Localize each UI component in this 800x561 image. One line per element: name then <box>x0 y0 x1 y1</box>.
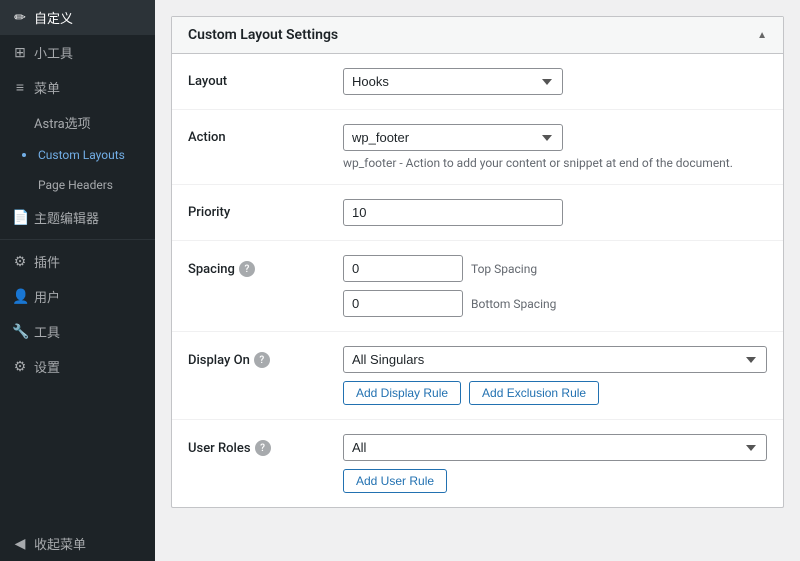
divider <box>0 239 155 240</box>
user-roles-select[interactable]: All Administrator Editor Subscriber Gues… <box>343 434 767 461</box>
add-user-rule-button[interactable]: Add User Rule <box>343 469 447 493</box>
display-buttons: Add Display Rule Add Exclusion Rule <box>343 381 767 405</box>
user-roles-row: User Roles ? All Administrator Editor Su… <box>172 420 783 507</box>
sidebar-item-label: 小工具 <box>34 43 73 62</box>
sidebar-item-theme-editor[interactable]: 📄 主题编辑器 <box>0 200 155 235</box>
bottom-spacing-label: Bottom Spacing <box>471 297 556 311</box>
action-row: Action wp_footer wp_head wp_body_open wp… <box>172 110 783 185</box>
layout-label: Layout <box>188 68 343 89</box>
users-icon: 👤 <box>12 289 28 305</box>
sidebar-item-custom-layouts[interactable]: Custom Layouts <box>0 140 155 170</box>
plugins-icon: ⚙ <box>12 254 28 270</box>
display-on-help-icon[interactable]: ? <box>254 352 270 368</box>
bottom-spacing-row: Bottom Spacing <box>343 290 767 317</box>
widgets-icon: ⊞ <box>12 45 28 61</box>
menus-icon: ≡ <box>12 79 28 96</box>
sidebar-item-tools[interactable]: 🔧 工具 <box>0 314 155 349</box>
settings-header: Custom Layout Settings ▲ <box>172 17 783 54</box>
sidebar-item-collapse[interactable]: ◀ 收起菜单 <box>0 526 155 561</box>
display-on-field: All Singulars All Pages Homepage Blog Pa… <box>343 346 767 405</box>
sidebar-item-label: 菜单 <box>34 78 60 97</box>
priority-input[interactable] <box>343 199 563 226</box>
sidebar-item-users[interactable]: 👤 用户 <box>0 279 155 314</box>
settings-icon: ⚙ <box>12 359 28 375</box>
top-spacing-row: Top Spacing <box>343 255 767 282</box>
theme-editor-icon: 📄 <box>12 210 28 226</box>
sidebar-item-label: 收起菜单 <box>34 534 86 553</box>
sidebar-item-label: 设置 <box>34 357 60 376</box>
sidebar-item-plugins[interactable]: ⚙ 插件 <box>0 244 155 279</box>
user-roles-field: All Administrator Editor Subscriber Gues… <box>343 434 767 493</box>
tools-icon: 🔧 <box>12 324 28 340</box>
add-exclusion-rule-button[interactable]: Add Exclusion Rule <box>469 381 599 405</box>
main-content: Custom Layout Settings ▲ Layout Hooks Be… <box>155 0 800 561</box>
sidebar-item-label: 工具 <box>34 322 60 341</box>
layout-field: Hooks Before Header After Header Before … <box>343 68 767 95</box>
action-label: Action <box>188 124 343 145</box>
top-spacing-input[interactable] <box>343 255 463 282</box>
sidebar-item-label: 主题编辑器 <box>34 208 99 227</box>
settings-title: Custom Layout Settings <box>188 27 338 43</box>
sidebar-item-label: 插件 <box>34 252 60 271</box>
sidebar-item-label: Astra选项 <box>34 113 91 132</box>
priority-label: Priority <box>188 199 343 220</box>
sidebar-item-label: Page Headers <box>38 178 113 192</box>
priority-field <box>343 199 767 226</box>
collapse-panel-icon[interactable]: ▲ <box>757 30 767 41</box>
user-rule-buttons: Add User Rule <box>343 469 767 493</box>
spacing-field: Top Spacing Bottom Spacing <box>343 255 767 317</box>
action-description: wp_footer - Action to add your content o… <box>343 156 767 170</box>
sidebar-item-customize[interactable]: ✏ 自定义 <box>0 0 155 35</box>
top-spacing-label: Top Spacing <box>471 262 537 276</box>
sidebar-item-astra-options[interactable]: Astra选项 <box>0 105 155 140</box>
settings-panel: Custom Layout Settings ▲ Layout Hooks Be… <box>171 16 784 508</box>
priority-row: Priority <box>172 185 783 241</box>
display-on-select[interactable]: All Singulars All Pages Homepage Blog Pa… <box>343 346 767 373</box>
add-display-rule-button[interactable]: Add Display Rule <box>343 381 461 405</box>
page-headers-indicator <box>22 183 26 187</box>
action-select[interactable]: wp_footer wp_head wp_body_open <box>343 124 563 151</box>
sidebar-item-settings[interactable]: ⚙ 设置 <box>0 349 155 384</box>
sidebar-item-page-headers[interactable]: Page Headers <box>0 170 155 200</box>
sidebar-item-menus[interactable]: ≡ 菜单 <box>0 70 155 105</box>
sidebar-item-label: Custom Layouts <box>38 148 125 162</box>
spacing-label: Spacing ? <box>188 255 343 277</box>
user-roles-label: User Roles ? <box>188 434 343 456</box>
action-field: wp_footer wp_head wp_body_open wp_footer… <box>343 124 767 170</box>
customize-icon: ✏ <box>12 10 28 26</box>
display-on-row: Display On ? All Singulars All Pages Hom… <box>172 332 783 420</box>
sidebar-item-widgets[interactable]: ⊞ 小工具 <box>0 35 155 70</box>
spacing-help-icon[interactable]: ? <box>239 261 255 277</box>
display-on-label: Display On ? <box>188 346 343 368</box>
custom-layouts-indicator <box>22 153 26 157</box>
spacing-row: Spacing ? Top Spacing Bottom Spacing <box>172 241 783 332</box>
sidebar: ✏ 自定义 ⊞ 小工具 ≡ 菜单 Astra选项 Custom Layouts … <box>0 0 155 561</box>
collapse-icon: ◀ <box>12 536 28 552</box>
layout-select[interactable]: Hooks Before Header After Header Before … <box>343 68 563 95</box>
sidebar-item-label: 用户 <box>34 287 60 306</box>
layout-row: Layout Hooks Before Header After Header … <box>172 54 783 110</box>
bottom-spacing-input[interactable] <box>343 290 463 317</box>
user-roles-help-icon[interactable]: ? <box>255 440 271 456</box>
sidebar-item-label: 自定义 <box>34 8 73 27</box>
